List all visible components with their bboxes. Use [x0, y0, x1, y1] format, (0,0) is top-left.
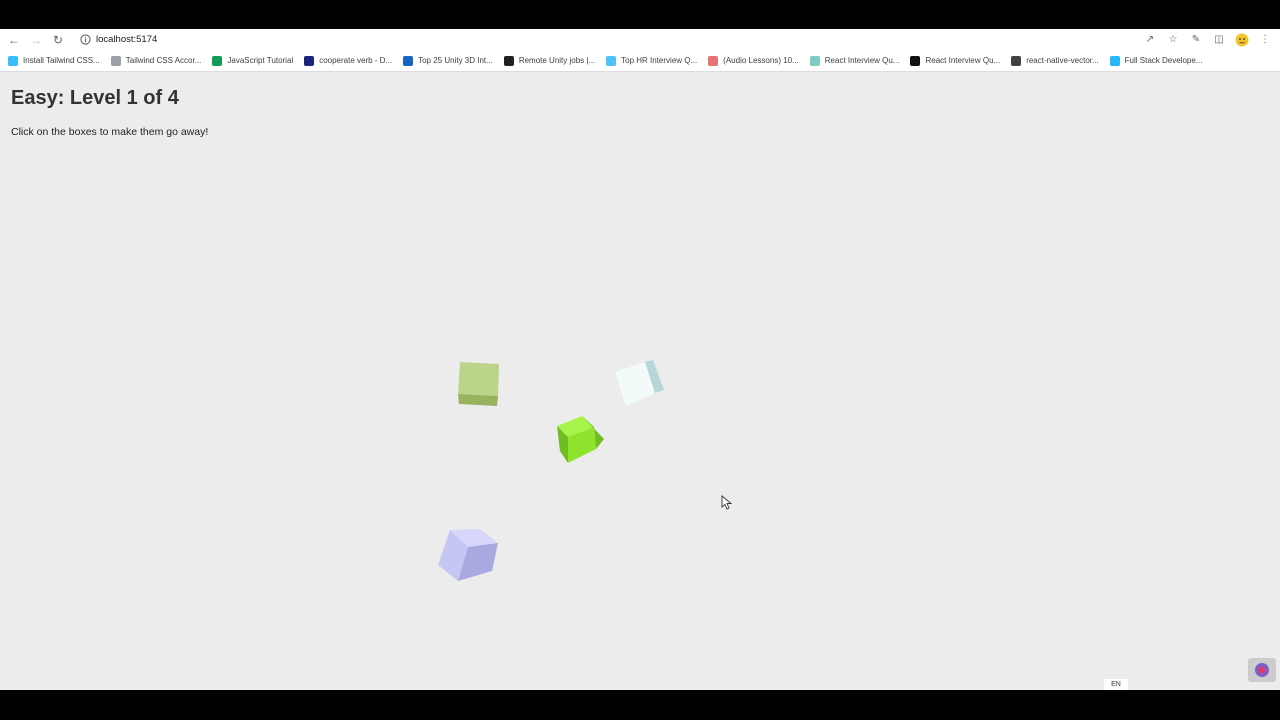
- bottom-black-bar: [0, 690, 1280, 720]
- avatar[interactable]: [1235, 33, 1249, 47]
- bookmark-item[interactable]: cooperate verb - D...: [304, 55, 393, 66]
- cube-face-top: [458, 362, 499, 396]
- bookmark-favicon-icon: [809, 55, 820, 66]
- forward-icon[interactable]: →: [28, 32, 44, 48]
- mouse-cursor-icon: [721, 495, 733, 510]
- bookmark-label: Remote Unity jobs |...: [518, 56, 596, 65]
- game-page: Easy: Level 1 of 4 Click on the boxes to…: [0, 72, 1280, 690]
- bookmark-label: Tailwind CSS Accor...: [125, 56, 202, 65]
- cube-olive[interactable]: [456, 358, 502, 408]
- bookmark-favicon-icon: [1011, 55, 1022, 66]
- bookmark-item[interactable]: Full Stack Develope...: [1109, 55, 1203, 66]
- browser-toolbar: ← → ↻ localhost:5174 ↗ ☆ ✎ ◫ ⋮: [0, 29, 1280, 50]
- bookmark-favicon-icon: [403, 55, 414, 66]
- url-text: localhost:5174: [96, 34, 158, 45]
- extensions-icon[interactable]: ✎: [1189, 33, 1203, 47]
- bookmark-label: React Interview Qu...: [925, 56, 1001, 65]
- bookmark-item[interactable]: JavaScript Tutorial: [212, 55, 294, 66]
- bookmark-label: Top HR Interview Q...: [621, 56, 698, 65]
- bookmark-favicon-icon: [503, 55, 514, 66]
- share-icon[interactable]: ↗: [1143, 33, 1157, 47]
- bookmark-label: react-native-vector...: [1026, 56, 1099, 65]
- bookmark-favicon-icon: [910, 55, 921, 66]
- bookmark-item[interactable]: Remote Unity jobs |...: [503, 55, 596, 66]
- bookmark-label: JavaScript Tutorial: [227, 56, 294, 65]
- sidepanel-icon[interactable]: ◫: [1212, 33, 1226, 47]
- address-bar[interactable]: localhost:5174: [74, 30, 1138, 49]
- bookmark-label: cooperate verb - D...: [319, 56, 393, 65]
- bookmark-favicon-icon: [304, 55, 315, 66]
- instructions-text: Click on the boxes to make them go away!: [11, 126, 209, 138]
- reload-icon[interactable]: ↻: [50, 32, 66, 48]
- top-black-bar: [0, 0, 1280, 29]
- cube-face-bottom: [458, 394, 498, 406]
- menu-icon[interactable]: ⋮: [1258, 33, 1272, 47]
- bookmark-label: Top 25 Unity 3D Int...: [418, 56, 493, 65]
- back-icon[interactable]: ←: [6, 32, 22, 48]
- bookmarks-bar: Install Tailwind CSS... Tailwind CSS Acco…: [0, 50, 1280, 72]
- tray-app-icon[interactable]: [1248, 658, 1276, 682]
- bookmark-label: (Audio Lessons) 10...: [723, 56, 799, 65]
- bookmark-favicon-icon: [212, 55, 223, 66]
- bookmark-item[interactable]: Tailwind CSS Accor...: [110, 55, 202, 66]
- bookmark-item[interactable]: react-native-vector...: [1011, 55, 1099, 66]
- bookmark-label: Full Stack Develope...: [1124, 56, 1203, 65]
- page-title: Easy: Level 1 of 4: [11, 87, 179, 109]
- bookmark-label: Install Tailwind CSS...: [23, 56, 100, 65]
- bookmark-favicon-icon: [708, 55, 719, 66]
- star-icon[interactable]: ☆: [1166, 33, 1180, 47]
- bookmark-item[interactable]: React Interview Qu...: [910, 55, 1001, 66]
- bookmark-favicon-icon: [606, 55, 617, 66]
- cube-lavender[interactable]: [436, 527, 502, 585]
- language-indicator[interactable]: EN: [1104, 679, 1128, 690]
- bookmark-item[interactable]: React Interview Qu...: [809, 55, 900, 66]
- bookmark-favicon-icon: [110, 55, 121, 66]
- bookmark-item[interactable]: Top 25 Unity 3D Int...: [403, 55, 493, 66]
- info-icon[interactable]: [78, 33, 92, 47]
- bookmark-item[interactable]: (Audio Lessons) 10...: [708, 55, 799, 66]
- bookmark-item[interactable]: Install Tailwind CSS...: [8, 55, 100, 66]
- bookmark-label: React Interview Qu...: [824, 56, 900, 65]
- cube-ice[interactable]: [612, 358, 668, 408]
- bookmark-favicon-icon: [8, 55, 18, 66]
- bookmark-favicon-icon: [1109, 55, 1120, 66]
- bookmark-item[interactable]: Top HR Interview Q...: [606, 55, 698, 66]
- cube-lime[interactable]: [554, 413, 610, 467]
